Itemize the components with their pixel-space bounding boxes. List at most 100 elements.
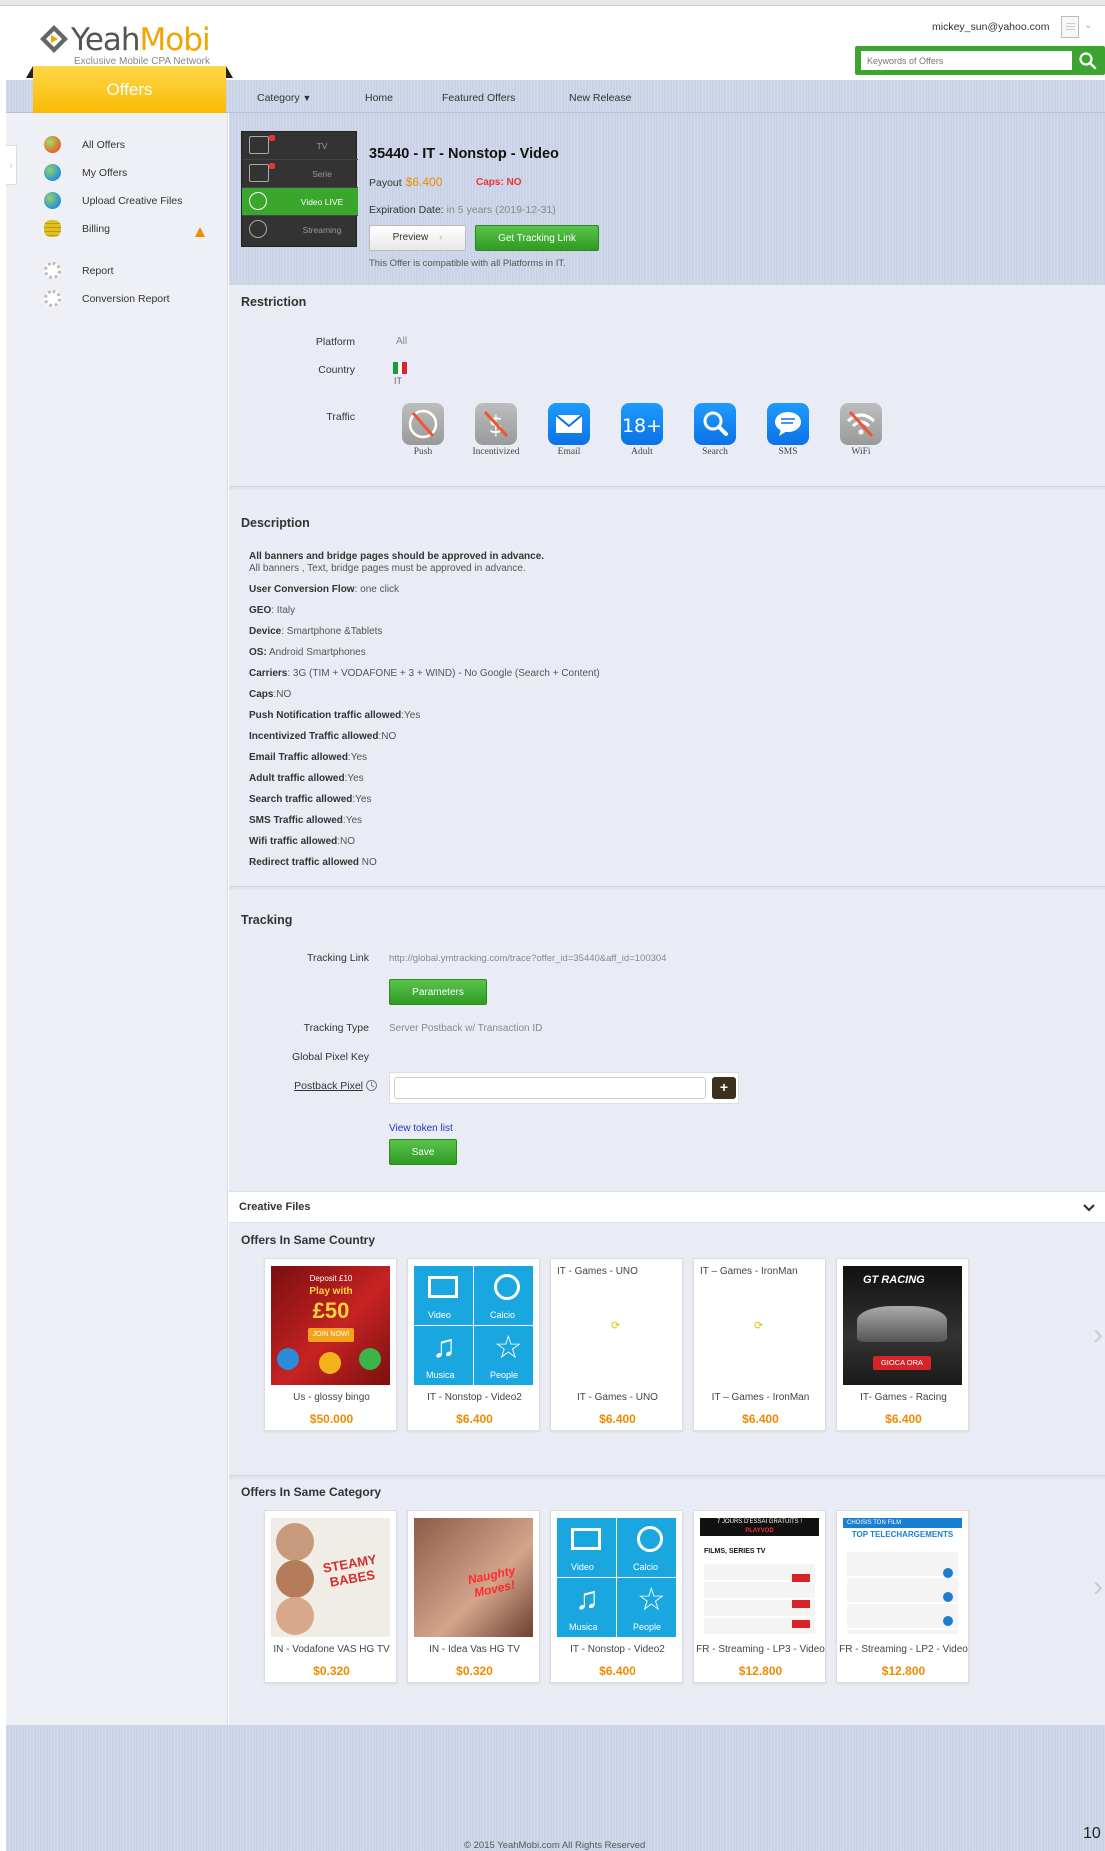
description-line: GEO: Italy: [249, 605, 296, 616]
chevron-right-icon: ›: [439, 232, 443, 243]
view-token-list-link[interactable]: View token list: [389, 1123, 453, 1134]
tracking-link-value[interactable]: http://global.ymtracking.com/trace?offer…: [389, 953, 666, 964]
sidebar-toggle[interactable]: ›: [6, 145, 17, 185]
nav-category[interactable]: Category ▼: [257, 92, 311, 104]
main-content: TV Serie Video LIVE Streaming 35440 - IT…: [229, 113, 1105, 1725]
same-category-title: Offers In Same Category: [241, 1485, 382, 1499]
offer-card[interactable]: CHOISIS TON FILM TOP TELECHARGEMENTS FR …: [836, 1510, 969, 1683]
caps-badge: Caps: NO: [476, 177, 522, 188]
badge: [269, 163, 275, 169]
chevron-right-icon[interactable]: ›: [1093, 1570, 1103, 1604]
nav-home[interactable]: Home: [365, 92, 393, 104]
globe-icon: [44, 136, 61, 153]
user-email[interactable]: mickey_sun@yahoo.com: [932, 21, 1049, 33]
save-button[interactable]: Save: [389, 1139, 457, 1165]
tab-offers[interactable]: Offers: [26, 66, 233, 115]
search-input[interactable]: [861, 51, 1072, 70]
copyright: © 2015 YeahMobi.com All Rights Reserved: [464, 1840, 646, 1851]
traffic-push: Push: [399, 403, 447, 463]
adult-18-icon: 18+: [621, 403, 663, 445]
description-line: Search traffic allowed:Yes: [249, 794, 372, 805]
get-tracking-link-button[interactable]: Get Tracking Link: [475, 225, 599, 251]
dollar-disallowed-icon: $: [475, 403, 517, 445]
menu-item-tv[interactable]: TV: [242, 132, 358, 160]
menu-item-video-live[interactable]: Video LIVE: [242, 188, 358, 216]
offer-card[interactable]: GT RACING GIOCA ORA IT- Games - Racing $…: [836, 1258, 969, 1431]
search-icon: [694, 403, 736, 445]
nav-featured-offers[interactable]: Featured Offers: [442, 92, 515, 104]
playvod-thumbnail: 7 JOURS D'ESSAI GRATUITS ! PLAYVOD FILMS,…: [700, 1518, 819, 1637]
restriction-title: Restriction: [241, 295, 307, 309]
preview-button[interactable]: Preview ›: [369, 225, 466, 251]
traffic-sms: SMS: [764, 403, 812, 463]
offer-card[interactable]: Naughty Moves! IN - Idea Vas HG TV $0.32…: [407, 1510, 540, 1683]
badge: [269, 135, 275, 141]
racing-thumbnail: GT RACING GIOCA ORA: [843, 1266, 962, 1385]
description-title: Description: [241, 516, 310, 530]
offer-card[interactable]: Deposit £10 Play with £50 JOIN NOW! Us -…: [264, 1258, 397, 1431]
logo-text: YeahMobi: [71, 22, 211, 58]
menu-item-serie[interactable]: Serie: [242, 160, 358, 188]
offer-header: TV Serie Video LIVE Streaming 35440 - IT…: [229, 113, 1105, 285]
chevron-down-icon[interactable]: ⌄: [1084, 20, 1094, 31]
compatibility-note: This Offer is compatible with all Platfo…: [369, 258, 566, 269]
postback-pixel-input[interactable]: [394, 1077, 706, 1099]
description-line: OS: Android Smartphones: [249, 647, 366, 658]
traffic-incentivized: $ Incentivized: [472, 403, 520, 463]
offer-card[interactable]: IT – Games - IronMan ⟳ IT – Games - Iron…: [693, 1258, 826, 1431]
creative-files-bar[interactable]: Creative Files: [229, 1191, 1105, 1223]
document-icon[interactable]: [1061, 16, 1079, 38]
page: YeahMobi Exclusive Mobile CPA Network mi…: [6, 8, 1105, 1851]
sms-icon: [767, 403, 809, 445]
offer-card[interactable]: STEAMY BABES IN - Vodafone VAS HG TV $0.…: [264, 1510, 397, 1683]
nav-new-release[interactable]: New Release: [569, 92, 631, 104]
description-line: Email Traffic allowed:Yes: [249, 752, 368, 763]
offer-card[interactable]: ♫ ☆ Video Calcio Musica People IT - Nons…: [407, 1258, 540, 1431]
offer-card[interactable]: ♫ ☆ Video Calcio Musica People IT - Nons…: [550, 1510, 683, 1683]
bingo-thumbnail: Deposit £10 Play with £50 JOIN NOW!: [271, 1266, 390, 1385]
offer-card[interactable]: IT - Games - UNO ⟳ IT - Games - UNO $6.4…: [550, 1258, 683, 1431]
sidebar: [6, 113, 228, 1725]
logo[interactable]: YeahMobi Exclusive Mobile CPA Network: [39, 18, 219, 68]
tracking-type-value: Server Postback w/ Transaction ID: [389, 1023, 543, 1034]
naughty-thumbnail: Naughty Moves!: [414, 1518, 533, 1637]
history-icon[interactable]: [365, 1079, 378, 1092]
steamy-thumbnail: STEAMY BABES: [271, 1518, 390, 1637]
offer-card[interactable]: 7 JOURS D'ESSAI GRATUITS ! PLAYVOD FILMS,…: [693, 1510, 826, 1683]
browser-top-edge: [0, 0, 1105, 6]
chevron-down-icon[interactable]: [1082, 1203, 1096, 1213]
description-line: Carriers: 3G (TIM + VODAFONE + 3 + WIND)…: [249, 668, 600, 679]
section-divider: [229, 1475, 1105, 1479]
description-line: Redirect traffic allowed NO: [249, 857, 377, 868]
platform-label: Platform: [315, 336, 355, 348]
description-line: Wifi traffic allowed:NO: [249, 836, 356, 847]
description-line: All banners , Text, bridge pages must be…: [249, 563, 526, 574]
section-divider: [229, 886, 1105, 890]
description-line: Adult traffic allowed:Yes: [249, 773, 364, 784]
offer-title: 35440 - IT - Nonstop - Video: [369, 146, 559, 162]
postback-pixel-box: +: [389, 1072, 739, 1104]
gear-icon: [44, 262, 61, 279]
play-icon: [249, 220, 267, 238]
tracking-title: Tracking: [241, 913, 293, 927]
chevron-right-icon[interactable]: ›: [1093, 1318, 1103, 1352]
search-icon[interactable]: [1075, 48, 1101, 73]
add-icon[interactable]: +: [712, 1077, 736, 1099]
description-line: All banners and bridge pages should be a…: [249, 551, 545, 562]
globe-icon: [44, 192, 61, 209]
search-bar: [855, 46, 1105, 75]
global-pixel-key-label: Global Pixel Key: [291, 1051, 369, 1063]
description-line: Push Notification traffic allowed:Yes: [249, 710, 421, 721]
section-divider: [229, 486, 1105, 490]
email-icon: [548, 403, 590, 445]
svg-text:18+: 18+: [622, 415, 662, 437]
tracking-type-label: Tracking Type: [303, 1022, 369, 1034]
loading-icon: ⟳: [754, 1320, 764, 1332]
creative-files-title: Creative Files: [239, 1201, 311, 1213]
parameters-button[interactable]: Parameters: [389, 979, 487, 1005]
description-line: Incentivized Traffic allowed:NO: [249, 731, 397, 742]
coins-icon: [44, 220, 61, 237]
menu-item-streaming[interactable]: Streaming: [242, 216, 358, 244]
traffic-wifi: WiFi: [837, 403, 885, 463]
globe-icon: [44, 164, 61, 181]
